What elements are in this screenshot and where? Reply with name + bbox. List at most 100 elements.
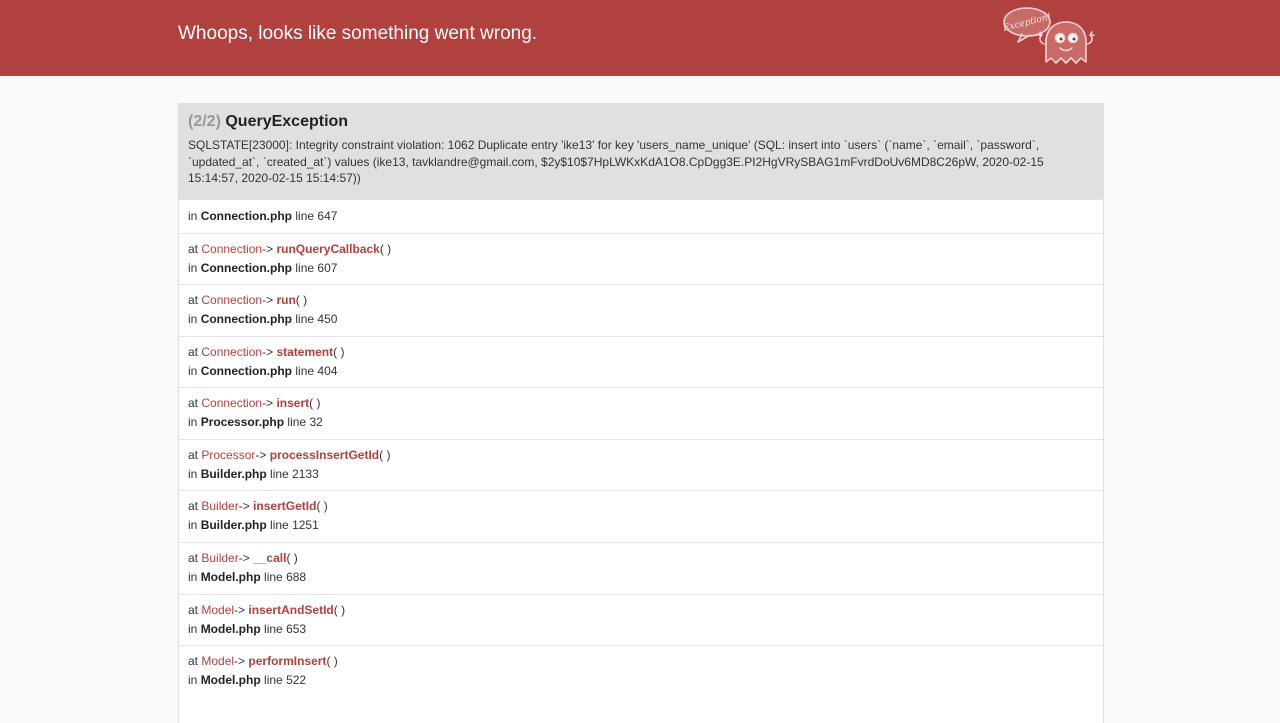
trace-line: 2133 xyxy=(292,466,319,481)
line-label: line xyxy=(264,673,283,688)
trace-frame-1[interactable]: at Connection-> runQueryCallback( ) in C… xyxy=(179,232,1103,285)
trace-location: in Model.php line 653 xyxy=(188,620,1093,639)
at-label: at xyxy=(188,344,199,359)
at-label: at xyxy=(188,551,199,566)
line-label: line xyxy=(295,363,315,378)
trace-line: 450 xyxy=(317,312,338,327)
at-label: at xyxy=(188,241,199,256)
trace-file: Builder.php xyxy=(200,518,267,533)
trace-file: Connection.php xyxy=(200,363,293,378)
trace-parens: ( ) xyxy=(379,241,392,256)
trace-frame-9[interactable]: at Model-> performInsert( ) in Model.php… xyxy=(179,645,1103,697)
trace-frame-2[interactable]: at Connection-> run( ) in Connection.php… xyxy=(179,284,1103,336)
trace-class: Connection xyxy=(201,344,263,359)
trace-file: Processor.php xyxy=(200,415,285,430)
trace-arrow: -> xyxy=(262,344,274,359)
trace-call: at Model-> performInsert( ) xyxy=(188,652,1093,671)
trace-call: at Connection-> run( ) xyxy=(188,291,1093,310)
trace-location: in Processor.php line 32 xyxy=(188,413,1093,432)
trace-file: Connection.php xyxy=(200,209,293,223)
trace-frame-7[interactable]: at Builder-> __call( ) in Model.php line… xyxy=(179,542,1103,594)
trace-location: in Connection.php line 450 xyxy=(188,310,1093,329)
trace-class: Model xyxy=(201,654,235,669)
trace-line: 647 xyxy=(317,209,338,223)
in-label: in xyxy=(188,363,198,378)
trace-frame-6[interactable]: at Builder-> insertGetId( ) in Builder.p… xyxy=(179,490,1103,542)
trace-line: 688 xyxy=(286,570,307,585)
trace-file: Connection.php xyxy=(200,260,293,275)
trace-origin[interactable]: in Connection.php line 647 xyxy=(179,199,1103,233)
trace-method: statement xyxy=(276,344,334,359)
trace-frame-4[interactable]: at Connection-> insert( ) in Processor.p… xyxy=(179,387,1103,439)
error-header: Whoops, looks like something went wrong.… xyxy=(0,0,1280,76)
trace-class: Model xyxy=(201,602,235,617)
trace-arrow: -> xyxy=(238,551,250,566)
trace-call: at Model-> insertAndSetId( ) xyxy=(188,601,1093,620)
in-label: in xyxy=(188,209,198,223)
trace-call: at Processor-> processInsertGetId( ) xyxy=(188,446,1093,465)
trace-arrow: -> xyxy=(262,241,274,256)
trace-location: in Model.php line 522 xyxy=(188,671,1093,690)
at-label: at xyxy=(188,602,199,617)
trace-arrow: -> xyxy=(262,293,274,308)
trace-parens: ( ) xyxy=(295,293,308,308)
trace-parens: ( ) xyxy=(316,499,328,514)
exception-count: (2/2) xyxy=(188,113,221,130)
at-label: at xyxy=(188,396,199,411)
line-label: line xyxy=(295,209,315,223)
trace-method: processInsertGetId xyxy=(269,447,380,462)
trace-call: at Connection-> insert( ) xyxy=(188,394,1093,413)
line-label: line xyxy=(264,570,283,585)
trace-frame-8[interactable]: at Model-> insertAndSetId( ) in Model.ph… xyxy=(179,593,1103,646)
at-label: at xyxy=(188,293,199,308)
trace-parens: ( ) xyxy=(309,396,321,411)
trace-parens: ( ) xyxy=(379,447,391,462)
trace-call: at Builder-> insertGetId( ) xyxy=(188,497,1093,516)
stack-trace: in Connection.php line 647 at Connection… xyxy=(179,199,1103,697)
line-label: line xyxy=(270,466,289,481)
line-label: line xyxy=(264,621,283,636)
trace-file: Builder.php xyxy=(200,466,267,481)
trace-arrow: -> xyxy=(255,447,267,462)
exception-message[interactable]: SQLSTATE[23000]: Integrity constraint vi… xyxy=(188,137,1093,187)
line-label: line xyxy=(270,518,289,533)
trace-parens: ( ) xyxy=(333,344,345,359)
trace-method: performInsert xyxy=(248,654,327,669)
trace-class: Connection xyxy=(201,293,263,308)
trace-class: Builder xyxy=(201,551,239,566)
trace-arrow: -> xyxy=(234,654,246,669)
trace-location: in Connection.php line 607 xyxy=(188,259,1093,278)
trace-line: 404 xyxy=(317,363,338,378)
trace-location: in Connection.php line 404 xyxy=(188,362,1093,381)
trace-arrow: -> xyxy=(262,396,274,411)
trace-frame-3[interactable]: at Connection-> statement( ) in Connecti… xyxy=(179,335,1103,388)
trace-call: at Connection-> runQueryCallback( ) xyxy=(188,240,1093,259)
exception-title: (2/2) QueryException xyxy=(188,112,1093,132)
in-label: in xyxy=(188,518,198,533)
trace-method: runQueryCallback xyxy=(276,241,380,256)
line-label: line xyxy=(295,312,315,327)
in-label: in xyxy=(188,415,198,430)
at-label: at xyxy=(188,447,199,462)
exception-name: QueryException xyxy=(225,113,349,130)
trace-call: at Builder-> __call( ) xyxy=(188,549,1093,568)
trace-file: Model.php xyxy=(200,673,261,688)
in-label: in xyxy=(188,621,198,636)
trace-class: Connection xyxy=(201,396,263,411)
at-label: at xyxy=(188,654,199,669)
trace-location: in Builder.php line 2133 xyxy=(188,465,1093,484)
line-label: line xyxy=(295,260,315,275)
trace-arrow: -> xyxy=(234,602,246,617)
trace-location: in Builder.php line 1251 xyxy=(188,516,1093,535)
page-title: Whoops, looks like something went wrong. xyxy=(178,23,538,44)
trace-frame-5[interactable]: at Processor-> processInsertGetId( ) in … xyxy=(179,438,1103,491)
in-label: in xyxy=(188,260,198,275)
trace-parens: ( ) xyxy=(286,551,298,566)
trace-class: Builder xyxy=(201,499,239,514)
in-label: in xyxy=(188,312,198,327)
header-inner: Whoops, looks like something went wrong. xyxy=(178,21,1104,47)
trace-call: at Connection-> statement( ) xyxy=(188,343,1093,362)
trace-class: Connection xyxy=(201,241,263,256)
trace-arrow: -> xyxy=(238,499,250,514)
trace-line: 653 xyxy=(286,621,307,636)
